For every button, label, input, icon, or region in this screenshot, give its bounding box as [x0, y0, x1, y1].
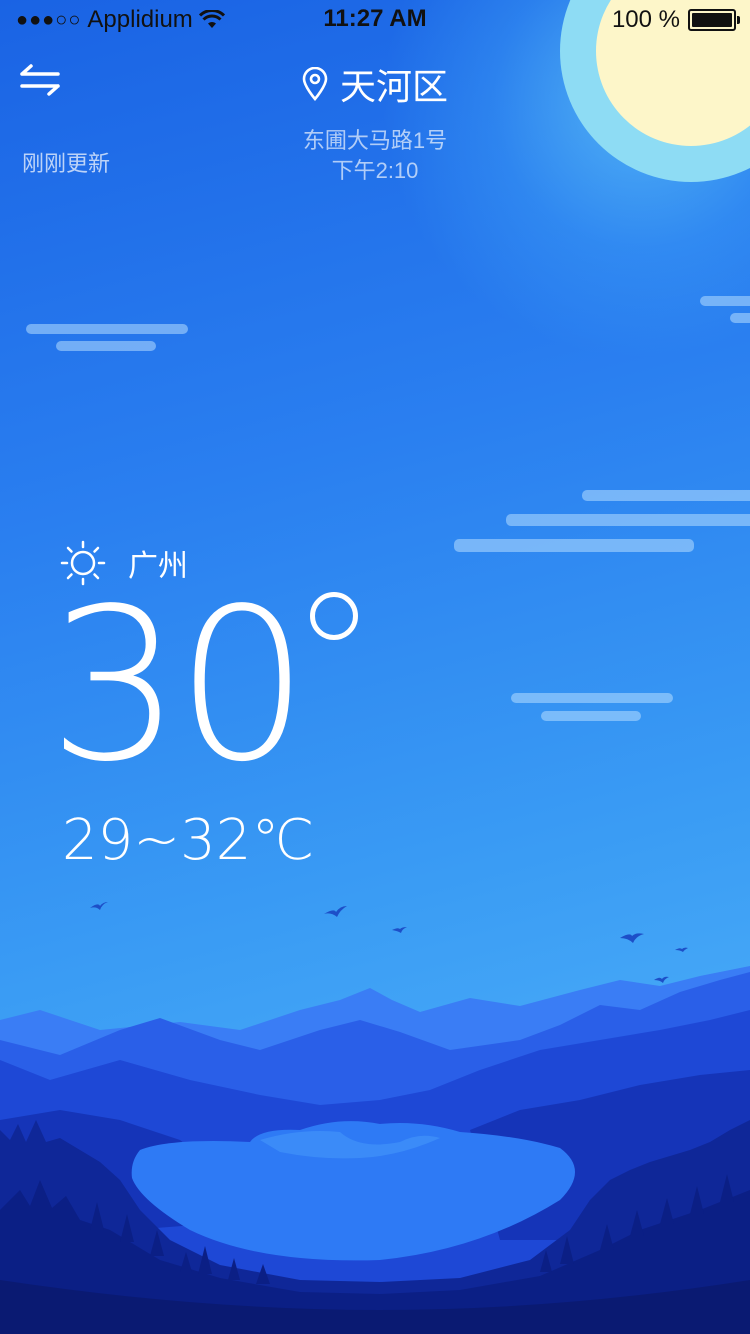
- address-block: 东圃大马路1号 下午2:10: [0, 126, 750, 186]
- address-time: 下午2:10: [331, 158, 419, 183]
- street-address: 东圃大马路1号: [302, 128, 448, 153]
- degree-symbol: [310, 592, 358, 640]
- location-title[interactable]: 天河区: [302, 58, 448, 110]
- district-name: 天河区: [339, 66, 448, 107]
- landscape-illustration: [0, 902, 750, 1334]
- battery-icon: [688, 9, 740, 31]
- update-status: 刚刚更新: [22, 151, 111, 176]
- battery-percent: 100 %: [611, 6, 680, 33]
- temperature-range: 29~32℃: [62, 808, 315, 873]
- current-temperature: 30: [48, 563, 309, 808]
- status-bar: ●●●○○ Applidium 11:27 AM 100 %: [0, 0, 750, 40]
- battery-info: 100 %: [611, 6, 740, 34]
- location-pin-icon: [302, 67, 328, 101]
- weather-screen: ●●●○○ Applidium 11:27 AM 100 % 天河区 东圃大马路…: [0, 0, 750, 1334]
- birds: [90, 902, 688, 983]
- location-header: 天河区 东圃大马路1号 下午2:10: [0, 58, 750, 186]
